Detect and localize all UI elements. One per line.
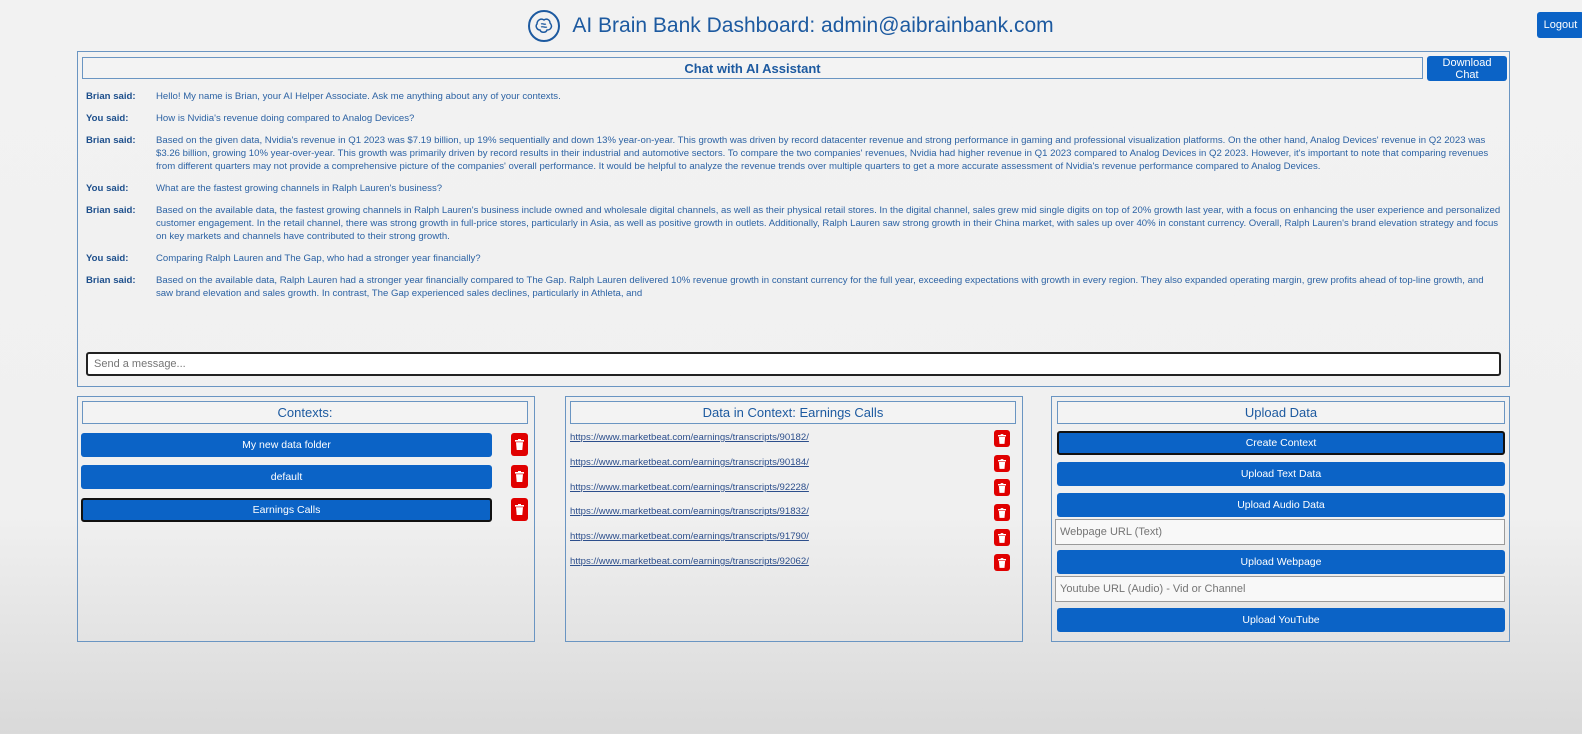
message-text: Based on the available data, Ralph Laure… — [156, 275, 1484, 299]
chat-message: Brian said: Based on the available data,… — [86, 274, 1501, 300]
trash-icon — [515, 439, 524, 450]
transcript-link[interactable]: https://www.marketbeat.com/earnings/tran… — [570, 506, 809, 517]
chat-message: You said: Comparing Ralph Lauren and The… — [86, 252, 1501, 265]
chat-message: Brian said: Hello! My name is Brian, you… — [86, 90, 1501, 103]
trash-icon — [998, 532, 1006, 543]
trash-icon — [998, 482, 1006, 493]
context-item-selected[interactable]: Earnings Calls — [81, 498, 492, 522]
data-in-context-title: Data in Context: Earnings Calls — [570, 401, 1016, 424]
upload-youtube-button[interactable]: Upload YouTube — [1057, 608, 1505, 632]
transcript-link[interactable]: https://www.marketbeat.com/earnings/tran… — [570, 531, 809, 542]
transcript-link[interactable]: https://www.marketbeat.com/earnings/tran… — [570, 457, 809, 468]
delete-data-button[interactable] — [994, 455, 1010, 472]
page-title: AI Brain Bank Dashboard: admin@aibrainba… — [572, 14, 1054, 37]
trash-icon — [998, 458, 1006, 469]
message-text: How is Nvidia's revenue doing compared t… — [156, 113, 415, 124]
webpage-url-input[interactable] — [1055, 519, 1505, 545]
delete-data-button[interactable] — [994, 529, 1010, 546]
create-context-button[interactable]: Create Context — [1057, 431, 1505, 455]
message-input[interactable] — [86, 352, 1501, 376]
transcript-link[interactable]: https://www.marketbeat.com/earnings/tran… — [570, 482, 809, 493]
message-sender: You said: — [86, 253, 129, 264]
chat-message: You said: What are the fastest growing c… — [86, 182, 1501, 195]
trash-icon — [998, 557, 1006, 568]
message-text: What are the fastest growing channels in… — [156, 183, 443, 194]
logout-button[interactable]: Logout — [1537, 12, 1582, 38]
message-sender: Brian said: — [86, 135, 136, 146]
message-sender: Brian said: — [86, 91, 136, 102]
trash-icon — [515, 471, 524, 482]
data-in-context-panel: Data in Context: Earnings Calls https://… — [565, 396, 1023, 642]
transcript-link[interactable]: https://www.marketbeat.com/earnings/tran… — [570, 432, 809, 443]
contexts-title: Contexts: — [82, 401, 528, 424]
delete-data-button[interactable] — [994, 504, 1010, 521]
delete-data-button[interactable] — [994, 430, 1010, 447]
message-sender: You said: — [86, 183, 129, 194]
chat-message: You said: How is Nvidia's revenue doing … — [86, 112, 1501, 125]
delete-context-button[interactable] — [511, 465, 528, 488]
chat-messages[interactable]: Brian said: Hello! My name is Brian, you… — [86, 90, 1501, 345]
upload-audio-button[interactable]: Upload Audio Data — [1057, 493, 1505, 517]
trash-icon — [998, 433, 1006, 444]
download-chat-button[interactable]: Download Chat — [1427, 56, 1507, 81]
context-item[interactable]: default — [81, 465, 492, 489]
header: AI Brain Bank Dashboard: admin@aibrainba… — [0, 8, 1582, 44]
message-sender: Brian said: — [86, 275, 136, 286]
message-sender: You said: — [86, 113, 129, 124]
chat-panel: Chat with AI Assistant Download Chat Bri… — [77, 51, 1510, 387]
message-text: Based on the given data, Nvidia's revenu… — [156, 135, 1489, 172]
message-text: Based on the available data, the fastest… — [156, 205, 1501, 242]
message-text: Hello! My name is Brian, your AI Helper … — [156, 91, 561, 102]
chat-title: Chat with AI Assistant — [82, 57, 1423, 79]
contexts-panel: Contexts: My new data folder default Ear… — [77, 396, 535, 642]
youtube-url-input[interactable] — [1055, 576, 1505, 602]
trash-icon — [515, 504, 524, 515]
delete-data-button[interactable] — [994, 554, 1010, 571]
upload-text-button[interactable]: Upload Text Data — [1057, 462, 1505, 486]
context-item[interactable]: My new data folder — [81, 433, 492, 457]
message-sender: Brian said: — [86, 205, 136, 216]
brain-icon — [528, 10, 561, 42]
delete-context-button[interactable] — [511, 433, 528, 456]
delete-data-button[interactable] — [994, 479, 1010, 496]
chat-message: Brian said: Based on the available data,… — [86, 204, 1501, 243]
transcript-link[interactable]: https://www.marketbeat.com/earnings/tran… — [570, 556, 809, 567]
chat-message: Brian said: Based on the given data, Nvi… — [86, 134, 1501, 173]
upload-data-panel: Upload Data Create Context Upload Text D… — [1051, 396, 1510, 642]
message-text: Comparing Ralph Lauren and The Gap, who … — [156, 253, 481, 264]
trash-icon — [998, 507, 1006, 518]
upload-data-title: Upload Data — [1057, 401, 1505, 424]
upload-webpage-button[interactable]: Upload Webpage — [1057, 550, 1505, 574]
delete-context-button[interactable] — [511, 498, 528, 521]
